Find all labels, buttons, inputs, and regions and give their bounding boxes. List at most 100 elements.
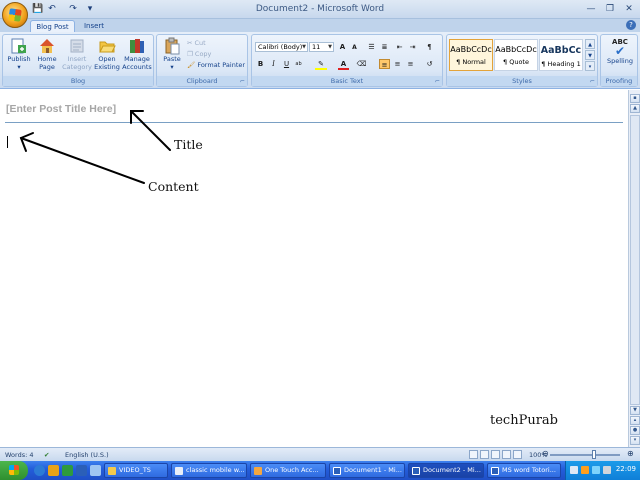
style-quote[interactable]: AaBbCcDc ¶ Quote <box>494 39 538 71</box>
chevron-down-icon: ▾ <box>170 63 174 71</box>
publish-button[interactable]: Publish ▾ <box>5 37 33 77</box>
styles-launcher-icon[interactable]: ⌐ <box>590 78 595 85</box>
align-left-icon[interactable]: ≡ <box>379 59 390 69</box>
title-bar: 💾 ↶ ↷ ▾ Document2 - Microsoft Word — ❐ ✕ <box>0 0 640 28</box>
basic-text-group: Calibri (Body) ▼ 11 ▼ A A ☰ ≣ ⇤ ⇥ ¶ B I U … <box>251 34 443 87</box>
vertical-scrollbar[interactable]: ▪ ▲ ▼ ▴ ● ▾ <box>628 90 640 447</box>
clear-formatting-icon[interactable]: ⌫ <box>356 59 367 69</box>
zoom-out-icon[interactable]: ⊖ <box>542 449 549 459</box>
folder-icon[interactable] <box>48 465 59 476</box>
grow-font-button[interactable]: A <box>337 42 348 52</box>
print-layout-view-icon[interactable] <box>469 450 478 459</box>
styles-more-icon[interactable]: ▾ <box>585 61 595 71</box>
word-icon <box>412 467 420 475</box>
chevron-down-icon: ▾ <box>17 63 21 71</box>
scrollbar-thumb[interactable] <box>630 115 640 405</box>
word-count[interactable]: Words: 4 <box>5 450 34 460</box>
increase-indent-icon[interactable]: ⇥ <box>407 42 418 52</box>
bold-button[interactable]: B <box>255 59 266 69</box>
previous-page-icon[interactable]: ▴ <box>630 416 640 425</box>
proofing-status-icon[interactable]: ✔ <box>44 450 49 460</box>
taskbar-item-ms-word-tutorial[interactable]: MS word Totori... <box>487 463 561 478</box>
browse-object-icon[interactable]: ● <box>630 426 640 435</box>
taskbar-item-document1[interactable]: Document1 - Mi... <box>329 463 405 478</box>
font-size-combo[interactable]: 11 ▼ <box>309 42 334 52</box>
zoom-slider[interactable] <box>550 454 620 456</box>
help-icon[interactable]: ? <box>626 20 636 30</box>
close-button[interactable]: ✕ <box>620 2 638 16</box>
office-button[interactable] <box>2 2 28 28</box>
styles-group-label: Styles <box>447 76 597 86</box>
paintbrush-icon: 🖌 <box>187 61 198 69</box>
window-title: Document2 - Microsoft Word <box>255 4 385 14</box>
paste-button[interactable]: Paste ▾ <box>159 37 185 77</box>
scroll-down-icon[interactable]: ▼ <box>630 406 640 415</box>
decrease-indent-icon[interactable]: ⇤ <box>394 42 405 52</box>
clipboard-launcher-icon[interactable]: ⌐ <box>240 78 245 85</box>
align-center-icon[interactable]: ≡ <box>392 59 403 69</box>
shrink-font-button[interactable]: A <box>349 43 360 53</box>
font-name-combo[interactable]: Calibri (Body) ▼ <box>255 42 308 52</box>
bullets-icon[interactable]: ☰ <box>366 42 377 52</box>
format-painter-button[interactable]: 🖌 Format Painter <box>187 61 245 70</box>
minimize-button[interactable]: — <box>582 2 600 16</box>
tray-app-icon[interactable] <box>581 466 589 474</box>
draft-view-icon[interactable] <box>513 450 522 459</box>
ribbon-tabs: Blog Post Insert ? <box>0 19 640 32</box>
basic-text-launcher-icon[interactable]: ⌐ <box>435 78 440 85</box>
network-icon[interactable] <box>592 466 600 474</box>
publish-icon <box>11 38 26 54</box>
highlighter-icon: ✎ <box>318 60 324 68</box>
scroll-up-icon[interactable]: ▲ <box>630 104 640 113</box>
zoom-slider-thumb[interactable] <box>592 450 596 459</box>
taskbar-item-video-ts[interactable]: VIDEO_TS <box>104 463 168 478</box>
word-icon <box>333 467 341 475</box>
styles-scroll-down-icon[interactable]: ▼ <box>585 50 595 60</box>
basic-text-group-label: Basic Text <box>252 76 442 86</box>
word-icon[interactable] <box>76 465 87 476</box>
tray-expand-icon[interactable] <box>570 466 578 474</box>
style-normal[interactable]: AaBbCcDc ¶ Normal <box>449 39 493 71</box>
styles-scroll-up-icon[interactable]: ▲ <box>585 39 595 49</box>
ruler-toggle-icon[interactable]: ▪ <box>630 94 640 103</box>
open-existing-button[interactable]: Open Existing <box>92 37 122 77</box>
align-right-icon[interactable]: ≡ <box>405 59 416 69</box>
home-page-button[interactable]: Home Page <box>33 37 61 77</box>
tab-blog-post[interactable]: Blog Post <box>30 20 75 32</box>
font-color-swatch <box>338 68 349 70</box>
outline-view-icon[interactable] <box>502 450 511 459</box>
taskbar-item-document2[interactable]: Document2 - Mi... <box>408 463 484 478</box>
volume-icon[interactable] <box>603 466 611 474</box>
excel-icon[interactable] <box>62 465 73 476</box>
underline-button[interactable]: U <box>281 59 292 69</box>
full-screen-view-icon[interactable] <box>480 450 489 459</box>
taskbar-item-classic-mobile[interactable]: classic mobile w... <box>171 463 247 478</box>
show-desktop-icon[interactable] <box>90 465 101 476</box>
show-marks-icon[interactable]: ¶ <box>424 42 435 52</box>
cut-button[interactable]: ✂ Cut <box>187 39 206 48</box>
content-annotation: Content <box>148 179 199 194</box>
zoom-in-icon[interactable]: ⊕ <box>627 449 634 459</box>
blog-group-label: Blog <box>3 76 153 86</box>
internet-explorer-icon[interactable] <box>34 465 45 476</box>
chevron-down-icon: ▼ <box>302 44 306 50</box>
restore-button[interactable]: ❐ <box>601 2 619 16</box>
italic-button[interactable]: I <box>268 59 279 69</box>
document-area[interactable]: [Enter Post Title Here] Title Content te… <box>0 90 628 447</box>
numbering-icon[interactable]: ≣ <box>379 42 390 52</box>
style-heading-1[interactable]: AaBbCc ¶ Heading 1 <box>539 39 583 71</box>
strikethrough-icon[interactable]: ab <box>295 59 302 69</box>
web-layout-view-icon[interactable] <box>491 450 500 459</box>
copy-button[interactable]: ❐ Copy <box>187 50 211 59</box>
styles-pane-icon[interactable]: ↺ <box>424 59 435 69</box>
next-page-icon[interactable]: ▾ <box>630 436 640 445</box>
start-button[interactable] <box>0 461 28 480</box>
insert-category-button[interactable]: Insert Category <box>61 37 93 77</box>
language-status[interactable]: English (U.S.) <box>65 450 109 460</box>
taskbar-item-one-touch[interactable]: One Touch Acc... <box>250 463 326 478</box>
manage-accounts-button[interactable]: Manage Accounts <box>121 37 153 77</box>
tab-insert[interactable]: Insert <box>79 20 109 32</box>
content-arrow <box>19 132 145 184</box>
spelling-button[interactable]: ABC ✔ Spelling <box>604 37 636 77</box>
clock[interactable]: 22:09 <box>616 465 636 473</box>
